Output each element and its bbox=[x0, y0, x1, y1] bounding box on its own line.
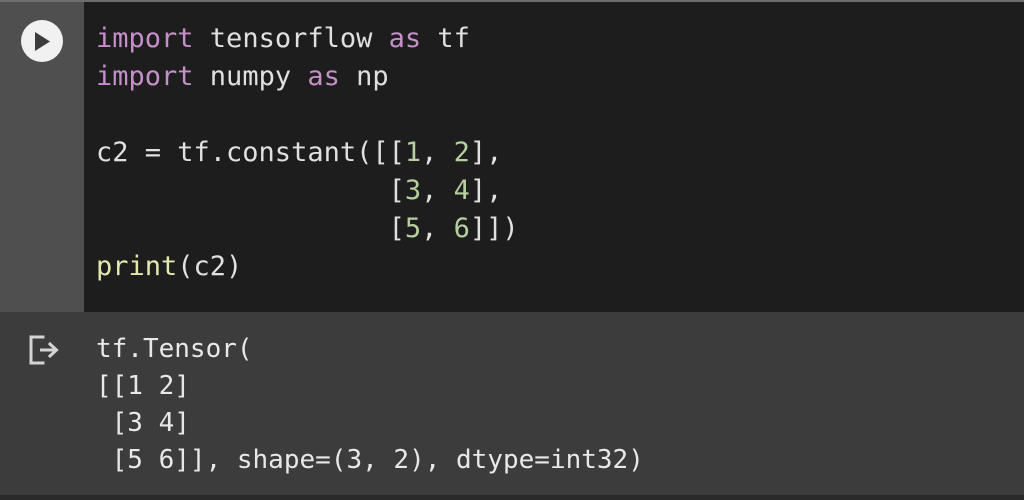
output-text-area: tf.Tensor( [[1 2] [3 4] [5 6]], shape=(3… bbox=[84, 312, 1024, 495]
code-token-plain: , bbox=[421, 175, 454, 206]
code-token-plain: np bbox=[339, 61, 389, 92]
run-cell-button[interactable] bbox=[21, 20, 63, 62]
code-editor-area[interactable]: import tensorflow as tf import numpy as … bbox=[84, 2, 1024, 312]
code-lines-container: import tensorflow as tf import numpy as … bbox=[96, 23, 519, 282]
output-stdout: tf.Tensor( [[1 2] [3 4] [5 6]], shape=(3… bbox=[96, 334, 644, 475]
code-token-number: 3 bbox=[404, 175, 422, 206]
code-token-number: 5 bbox=[404, 213, 422, 244]
code-cell-region: import tensorflow as tf import numpy as … bbox=[0, 2, 1024, 312]
code-token-keyword: import bbox=[96, 61, 194, 92]
code-token-plain: , bbox=[421, 137, 454, 168]
code-token-number: 6 bbox=[453, 213, 470, 244]
code-token-plain: tensorflow bbox=[193, 23, 389, 54]
code-token-plain: , bbox=[421, 213, 454, 244]
code-token-plain: (c2) bbox=[177, 251, 243, 282]
code-cell-gutter bbox=[0, 2, 84, 312]
cell-output-region: tf.Tensor( [[1 2] [3 4] [5 6]], shape=(3… bbox=[0, 312, 1024, 495]
code-token-keyword: import bbox=[96, 23, 194, 54]
notebook-code-cell: import tensorflow as tf import numpy as … bbox=[0, 0, 1024, 500]
code-token-plain: [ bbox=[96, 175, 405, 206]
code-token-keyword: as bbox=[307, 61, 340, 92]
code-token-number: 2 bbox=[453, 137, 470, 168]
cell-bottom-divider bbox=[0, 495, 1024, 500]
output-arrow-icon bbox=[26, 334, 62, 366]
code-token-plain: numpy bbox=[193, 61, 308, 92]
code-token-plain: [ bbox=[96, 213, 405, 244]
code-token-plain: c2 = tf.constant([[ bbox=[96, 137, 405, 168]
code-token-number: 4 bbox=[453, 175, 470, 206]
play-icon bbox=[33, 31, 52, 52]
code-token-plain: ], bbox=[469, 175, 503, 206]
code-token-plain: ]]) bbox=[469, 213, 519, 244]
code-source[interactable]: import tensorflow as tf import numpy as … bbox=[84, 2, 1024, 286]
code-token-keyword: as bbox=[388, 23, 422, 54]
code-token-plain: tf bbox=[421, 23, 470, 54]
code-token-function: print bbox=[96, 251, 178, 282]
code-token-plain: ], bbox=[469, 137, 503, 168]
code-token-number: 1 bbox=[404, 137, 422, 168]
output-gutter bbox=[0, 312, 84, 495]
